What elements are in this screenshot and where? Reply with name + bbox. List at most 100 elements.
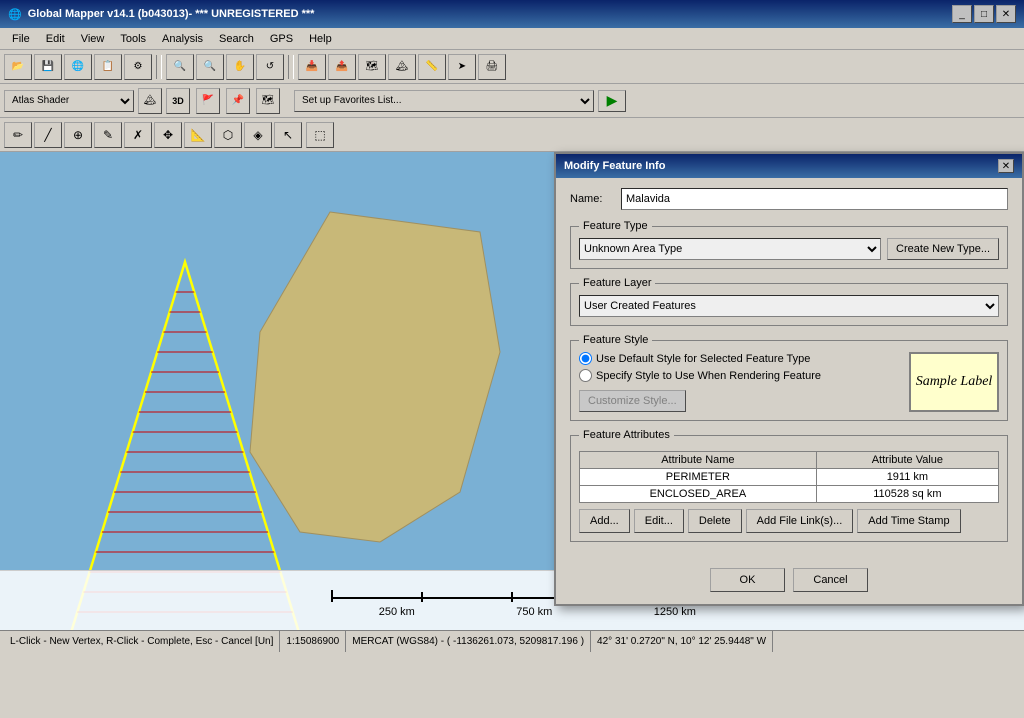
import-button[interactable]: 📥 (298, 54, 326, 80)
edit-attr-button[interactable]: Edit... (634, 509, 684, 533)
menu-edit[interactable]: Edit (38, 31, 73, 47)
open-button[interactable]: 📂 (4, 54, 32, 80)
add-file-link-button[interactable]: Add File Link(s)... (746, 509, 854, 533)
main-area: 250 km 750 km 1250 km Modify Feature Inf… (0, 152, 1024, 630)
app-title: Global Mapper v14.1 (b043013)- *** UNREG… (28, 8, 315, 20)
radio-specify-style-row: Specify Style to Use When Rendering Feat… (579, 369, 897, 382)
attr-buttons: Add... Edit... Delete Add File Link(s)..… (579, 509, 999, 533)
draw-point-btn[interactable]: ⊕ (64, 122, 92, 148)
3d-icon-btn[interactable]: 3D (166, 88, 190, 114)
sample-label-text: Sample Label (916, 374, 993, 390)
delete-feature-btn[interactable]: ✗ (124, 122, 152, 148)
save-button[interactable]: 💾 (34, 54, 62, 80)
measure-button[interactable]: 📏 (418, 54, 446, 80)
play-button[interactable]: ▶ (598, 90, 626, 112)
feature-attributes-legend: Feature Attributes (579, 429, 674, 441)
create-new-type-button[interactable]: Create New Type... (887, 238, 999, 260)
move-feature-btn[interactable]: ✥ (154, 122, 182, 148)
radio-specify-label: Specify Style to Use When Rendering Feat… (596, 370, 821, 382)
menu-tools[interactable]: Tools (112, 31, 154, 47)
cancel-button[interactable]: Cancel (793, 568, 868, 592)
menu-analysis[interactable]: Analysis (154, 31, 211, 47)
col-attr-value: Attribute Value (816, 452, 998, 469)
table-row: ENCLOSED_AREA 110528 sq km (580, 486, 999, 503)
attr-name-0: PERIMETER (580, 469, 817, 486)
feature-style-legend: Feature Style (579, 334, 652, 346)
add-time-stamp-button[interactable]: Add Time Stamp (857, 509, 960, 533)
app-icon: 🌐 (8, 8, 22, 21)
select-btn[interactable]: ↖ (274, 122, 302, 148)
feature-layer-legend: Feature Layer (579, 277, 655, 289)
layer-button[interactable]: 📋 (94, 54, 122, 80)
scale-labels: 250 km 750 km 1250 km (322, 606, 702, 618)
digitize-btn[interactable]: ⬡ (214, 122, 242, 148)
separator2 (288, 55, 294, 79)
titlebar: 🌐 Global Mapper v14.1 (b043013)- *** UNR… (0, 0, 1024, 28)
flag-btn[interactable]: 🚩 (196, 88, 220, 114)
draw-line-btn[interactable]: ╱ (34, 122, 62, 148)
attr-value-1: 110528 sq km (816, 486, 998, 503)
dialog-titlebar: Modify Feature Info ✕ (556, 154, 1022, 178)
measure-distance-btn[interactable]: 📐 (184, 122, 212, 148)
feature-attributes-fieldset: Feature Attributes Attribute Name Attrib… (570, 429, 1008, 542)
radio-specify-style[interactable] (579, 369, 592, 382)
terrain-button[interactable]: 🏔 (388, 54, 416, 80)
menu-search[interactable]: Search (211, 31, 262, 47)
zoom-region-btn[interactable]: ⬚ (306, 122, 334, 148)
export-button[interactable]: 📤 (328, 54, 356, 80)
table-row: PERIMETER 1911 km (580, 469, 999, 486)
feature-layer-fieldset: Feature Layer User Created Features (570, 277, 1008, 326)
shader-section: Atlas Shader 🏔 3D (4, 88, 190, 114)
separator1 (156, 55, 162, 79)
print-button[interactable]: 🖨 (478, 54, 506, 80)
feature-style-fieldset: Feature Style Use Default Style for Sele… (570, 334, 1008, 421)
maximize-button[interactable]: □ (974, 5, 994, 23)
config-button[interactable]: 🗺 (358, 54, 386, 80)
delete-attr-button[interactable]: Delete (688, 509, 742, 533)
settings-button[interactable]: ⚙ (124, 54, 152, 80)
minimize-button[interactable]: _ (952, 5, 972, 23)
menu-gps[interactable]: GPS (262, 31, 301, 47)
favorites-section: Set up Favorites List... ▶ (294, 90, 626, 112)
menu-view[interactable]: View (73, 31, 113, 47)
menu-help[interactable]: Help (301, 31, 340, 47)
close-button[interactable]: ✕ (996, 5, 1016, 23)
refresh-button[interactable]: ↺ (256, 54, 284, 80)
style-left: Use Default Style for Selected Feature T… (579, 352, 897, 412)
menubar: File Edit View Tools Analysis Search GPS… (0, 28, 1024, 50)
draw-area-btn[interactable]: ✏ (4, 122, 32, 148)
route-button[interactable]: ➤ (448, 54, 476, 80)
web-button[interactable]: 🌐 (64, 54, 92, 80)
favorites-combo[interactable]: Set up Favorites List... (294, 90, 594, 112)
feature-type-legend: Feature Type (579, 220, 652, 232)
menu-file[interactable]: File (4, 31, 38, 47)
zoom-out-button[interactable]: 🔍 (196, 54, 224, 80)
name-row: Name: (570, 188, 1008, 210)
statusbar: L-Click - New Vertex, R-Click - Complete… (0, 630, 1024, 652)
feature-type-fieldset: Feature Type Unknown Area Type Create Ne… (570, 220, 1008, 269)
col-attr-name: Attribute Name (580, 452, 817, 469)
dialog-close-button[interactable]: ✕ (998, 159, 1014, 173)
dialog-title: Modify Feature Info (564, 160, 665, 172)
terrain-icon-btn[interactable]: 🏔 (138, 88, 162, 114)
edit-feature-btn[interactable]: ✎ (94, 122, 122, 148)
attributes-table: Attribute Name Attribute Value PERIMETER… (579, 451, 999, 503)
map-btn[interactable]: 🗺 (256, 88, 280, 114)
sample-label-box: Sample Label (909, 352, 999, 412)
zoom-in-button[interactable]: 🔍 (166, 54, 194, 80)
feature-type-select[interactable]: Unknown Area Type (579, 238, 881, 260)
ok-button[interactable]: OK (710, 568, 785, 592)
customize-style-button[interactable]: Customize Style... (579, 390, 686, 412)
pan-button[interactable]: ✋ (226, 54, 254, 80)
vertex-btn[interactable]: ◈ (244, 122, 272, 148)
radio-default-style[interactable] (579, 352, 592, 365)
scale-1250: 1250 km (654, 606, 696, 618)
status-coords: 42° 31' 0.2720" N, 10° 12' 25.9448" W (591, 631, 773, 652)
add-attr-button[interactable]: Add... (579, 509, 630, 533)
feature-layer-select[interactable]: User Created Features (579, 295, 999, 317)
bookmark-btn[interactable]: 📌 (226, 88, 250, 114)
radio-default-style-row: Use Default Style for Selected Feature T… (579, 352, 897, 365)
name-input[interactable] (621, 188, 1008, 210)
dialog-footer: OK Cancel (556, 560, 1022, 604)
shader-select[interactable]: Atlas Shader (4, 90, 134, 112)
